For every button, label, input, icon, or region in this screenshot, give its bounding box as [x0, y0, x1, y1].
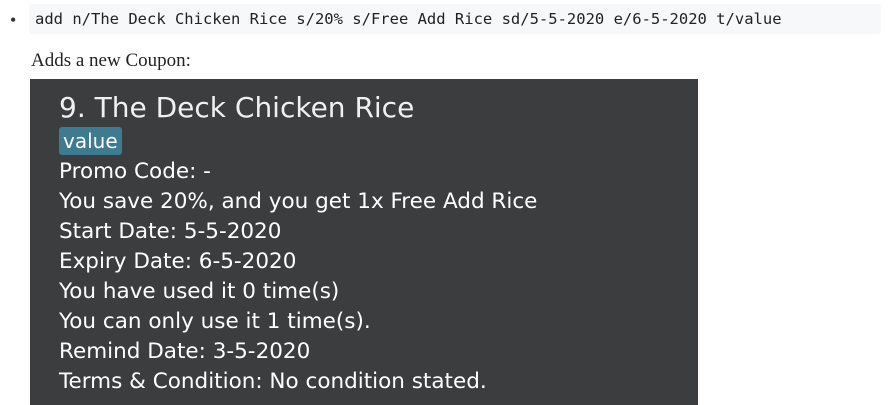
start-date: Start Date: 5-5-2020: [59, 219, 282, 244]
remind-date: Remind Date: 3-5-2020: [59, 339, 311, 364]
terms-condition: Terms & Condition: No condition stated.: [59, 369, 487, 394]
promo-code: Promo Code: -: [59, 159, 211, 184]
bullet-icon: •: [10, 10, 17, 30]
savings: You save 20%, and you get 1x Free Add Ri…: [59, 189, 538, 214]
command-code: add n/The Deck Chicken Rice s/20% s/Free…: [29, 4, 881, 34]
coupon-tag: value: [59, 127, 122, 155]
description-text: Adds a new Coupon:: [31, 50, 191, 71]
expiry-date: Expiry Date: 6-5-2020: [59, 249, 297, 274]
coupon-card: 9. The Deck Chicken Rice value Promo Cod…: [30, 79, 698, 405]
usage-limit: You can only use it 1 time(s).: [59, 309, 371, 334]
coupon-title: 9. The Deck Chicken Rice: [59, 91, 415, 124]
usage-count: You have used it 0 time(s): [59, 279, 340, 304]
